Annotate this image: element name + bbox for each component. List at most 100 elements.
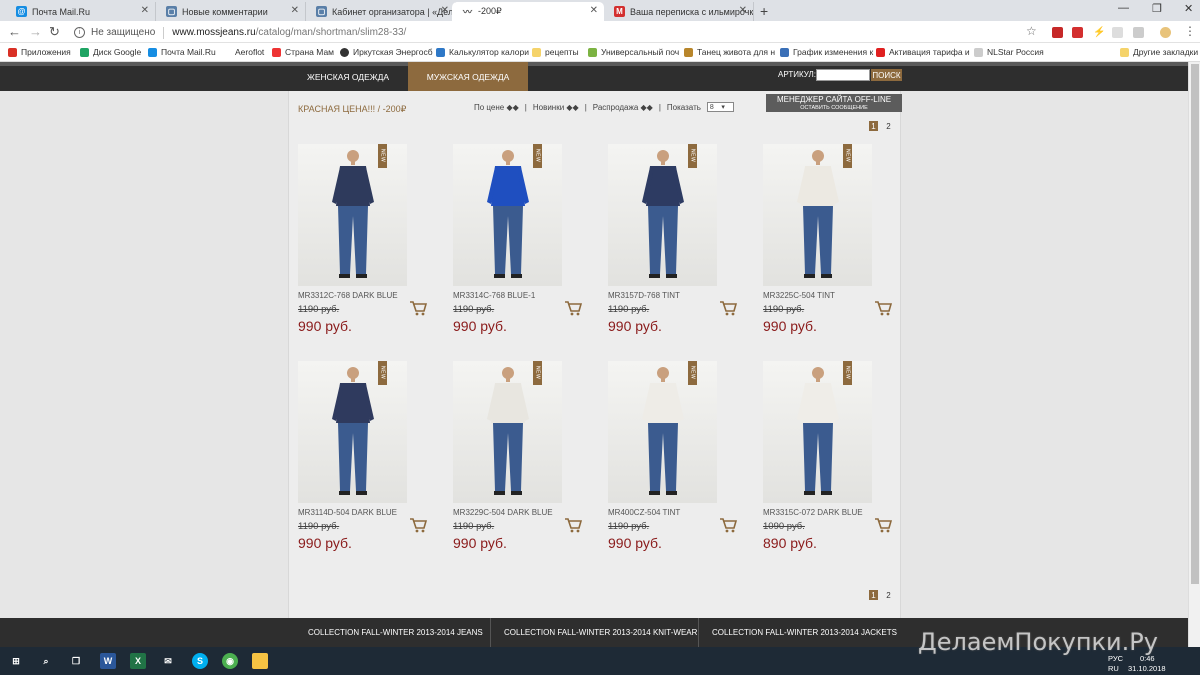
product-sku[interactable]: MR3315C-072 DARK BLUE [763,508,863,517]
page-2[interactable]: 2 [884,121,893,131]
mail-app-icon[interactable]: ✉ [160,653,176,669]
product-card[interactable]: NEW MR3114D-504 DARK BLUE 1190 руб. 990 руб… [298,361,438,571]
product-sku[interactable]: MR3114D-504 DARK BLUE [298,508,397,517]
nav-men[interactable]: Мужская одежда [408,62,528,91]
article-search-input[interactable] [816,69,870,81]
bookmark-mail[interactable]: Почта Mail.Ru [148,47,216,57]
sort-by-price[interactable]: По цене ◆◆ [474,103,519,112]
product-card[interactable]: NEW MR3314C-768 BLUE-1 1190 руб. 990 руб. [453,144,593,354]
page-2[interactable]: 2 [884,590,893,600]
bookmark-strana-mam[interactable]: Страна Мам [272,47,334,57]
product-photo[interactable] [763,144,872,286]
bookmark-google-drive[interactable]: Диск Google [80,47,141,57]
tab-mail[interactable]: @ Почта Mail.Ru ✕ [6,2,156,21]
bookmark-dance[interactable]: Танец живота для н [684,47,775,57]
product-photo[interactable] [763,361,872,503]
close-icon[interactable]: ✕ [291,5,299,16]
product-photo[interactable] [453,361,562,503]
tab-mail-m[interactable]: M Ваша переписка с ильмирочкак ✕ [604,2,754,21]
chrome-icon[interactable]: ◉ [222,653,238,669]
reload-icon[interactable]: ↻ [49,24,60,40]
product-sku[interactable]: MR3229C-504 DARK BLUE [453,508,553,517]
bookmark-calculator[interactable]: Калькулятор калори [436,47,529,57]
footer-link-jackets[interactable]: COLLECTION FALL-WINTER 2013-2014 JACKETS [712,618,897,647]
add-to-cart-icon[interactable] [874,300,892,316]
page-scrollbar[interactable] [1188,62,1200,647]
bookmark-energy[interactable]: Иркутская Энергосб [340,47,433,57]
info-icon[interactable]: i [74,27,85,38]
add-to-cart-icon[interactable] [409,517,427,533]
add-to-cart-icon[interactable] [719,517,737,533]
task-view-icon[interactable]: ❒ [68,653,84,669]
add-to-cart-icon[interactable] [564,517,582,533]
show-count-select[interactable]: 8 ▾ [706,102,734,112]
file-explorer-icon[interactable] [252,653,268,669]
scrollbar-thumb[interactable] [1191,64,1199,584]
search-icon[interactable]: ⌕ [38,653,54,669]
product-photo[interactable] [298,361,407,503]
product-card[interactable]: NEW MR3225C-504 TINT 1190 руб. 990 руб. [763,144,903,354]
bookmark-tariff[interactable]: Активация тарифа и [876,47,970,57]
footer-link-jeans[interactable]: COLLECTION FALL-WINTER 2013-2014 JEANS [308,618,483,647]
bookmark-apps[interactable]: Приложения [8,47,71,57]
add-to-cart-icon[interactable] [874,517,892,533]
excel-icon[interactable]: X [130,653,146,669]
new-tab-button[interactable]: + [760,3,768,19]
tab-mossjeans[interactable]: 〰 -200₽ ✕ [452,2,604,21]
product-photo[interactable] [608,144,717,286]
input-language-short[interactable]: RU [1108,664,1119,673]
back-icon[interactable]: ← [8,24,21,39]
add-to-cart-icon[interactable] [719,300,737,316]
extension-bolt-icon[interactable]: ⚡ [1093,27,1105,38]
add-to-cart-icon[interactable] [564,300,582,316]
bookmark-nlstar[interactable]: NLStar Россия [974,47,1044,57]
extension-adblock-icon[interactable] [1052,27,1063,38]
product-card[interactable]: NEW MR3229C-504 DARK BLUE 1190 руб. 990 руб… [453,361,593,571]
close-window-icon[interactable]: ✕ [1184,2,1193,15]
product-sku[interactable]: MR3157D-768 TINT [608,291,680,300]
product-card[interactable]: NEW MR400CZ-504 TINT 1190 руб. 990 руб. [608,361,748,571]
skype-icon[interactable]: S [192,653,208,669]
clock-date[interactable]: 31.10.2018 [1128,664,1166,673]
bookmark-recipes[interactable]: рецепты [532,47,579,57]
product-photo[interactable] [453,144,562,286]
manager-offline-button[interactable]: МЕНЕДЖЕР САЙТА OFF-LINE ОСТАВИТЬ СООБЩЕН… [766,94,902,112]
product-photo[interactable] [608,361,717,503]
close-icon[interactable]: ✕ [590,5,598,16]
word-icon[interactable]: W [100,653,116,669]
page-1[interactable]: 1 [869,590,878,600]
product-sku[interactable]: MR3314C-768 BLUE-1 [453,291,535,300]
product-sku[interactable]: MR3225C-504 TINT [763,291,835,300]
extension-m-icon[interactable] [1072,27,1083,38]
sort-by-new[interactable]: Новинки ◆◆ [533,103,579,112]
windows-start-icon[interactable]: ⊞ [8,653,24,669]
profile-avatar-icon[interactable] [1160,27,1171,38]
page-1[interactable]: 1 [869,121,878,131]
sort-by-sale[interactable]: Распродажа ◆◆ [593,103,653,112]
nav-women[interactable]: Женская одежда [288,62,408,91]
product-card[interactable]: NEW MR3315C-072 DARK BLUE 1090 руб. 890 руб… [763,361,903,571]
product-card[interactable]: NEW MR3157D-768 TINT 1190 руб. 990 руб. [608,144,748,354]
footer-link-knitwear[interactable]: COLLECTION FALL-WINTER 2013-2014 KNIT-WE… [504,618,697,647]
product-card[interactable]: NEW MR3312C-768 DARK BLUE 1190 руб. 990 руб… [298,144,438,354]
maximize-icon[interactable]: ❐ [1152,2,1162,15]
add-to-cart-icon[interactable] [409,300,427,316]
forward-icon[interactable]: → [29,24,42,39]
extension-gray-icon[interactable] [1112,27,1123,38]
search-button[interactable]: ПОИСК [871,69,902,81]
bookmark-star-icon[interactable]: ☆ [1026,24,1037,38]
product-sku[interactable]: MR3312C-768 DARK BLUE [298,291,398,300]
extension-gray-icon[interactable] [1133,27,1144,38]
product-photo[interactable] [298,144,407,286]
menu-icon[interactable]: ⋮ [1184,24,1196,38]
minimize-icon[interactable]: — [1118,2,1129,14]
tab-organizer[interactable]: ▢ Кабинет организатора | «Делае ✕ [306,2,456,21]
product-sku[interactable]: MR400CZ-504 TINT [608,508,680,517]
close-icon[interactable]: ✕ [141,5,149,16]
bookmark-aeroflot[interactable]: Aeroflot [222,47,264,57]
address-bar[interactable]: i Не защищено www.mossjeans.ru /catalog/… [68,24,1048,41]
bookmark-chart[interactable]: График изменения к [780,47,873,57]
close-icon[interactable]: ✕ [441,5,449,16]
bookmark-other[interactable]: Другие закладки [1120,47,1198,57]
close-icon[interactable]: ✕ [739,5,747,16]
